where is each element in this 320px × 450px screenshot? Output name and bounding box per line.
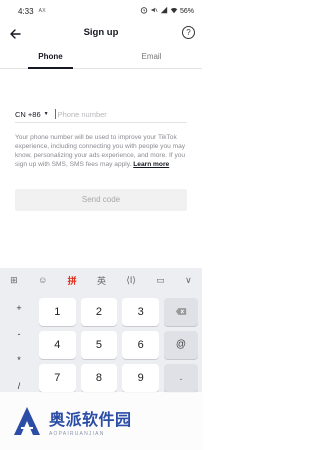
signal-x-icon xyxy=(160,6,168,16)
key-2[interactable]: 2 xyxy=(80,298,118,326)
country-code-label: CN +86 xyxy=(15,109,41,119)
key-dot[interactable]: . xyxy=(164,364,198,392)
key-8[interactable]: 8 xyxy=(80,364,118,392)
key-5[interactable]: 5 xyxy=(80,331,118,359)
status-bar: 4:33 AX 56% xyxy=(0,0,202,22)
cursor-move-icon[interactable]: ⟨I⟩ xyxy=(126,275,136,286)
emoji-icon[interactable]: ☺ xyxy=(38,275,47,285)
backspace-icon xyxy=(175,307,187,315)
key-1[interactable]: 1 xyxy=(39,298,76,326)
phone-row: CN +86 ▼ xyxy=(15,106,187,123)
key-7[interactable]: 7 xyxy=(39,364,76,392)
collapse-keyboard-icon[interactable]: ∨ xyxy=(185,275,192,286)
key-at[interactable]: @ xyxy=(164,331,198,359)
key-asterisk[interactable]: * xyxy=(4,350,34,371)
tab-phone[interactable]: Phone xyxy=(0,48,101,69)
wifi-icon xyxy=(170,6,178,16)
send-code-button[interactable]: Send code xyxy=(15,189,187,211)
key-minus[interactable]: - xyxy=(4,324,34,345)
pinyin-input-button[interactable]: 拼 xyxy=(68,274,77,287)
phone-notice: Your phone number will be used to improv… xyxy=(15,133,187,169)
status-carrier: AX xyxy=(38,8,46,14)
key-plus[interactable]: + xyxy=(4,298,34,319)
keyboard-toolbar: ⊞ ☺ 拼 英 ⟨I⟩ ▭ ∨ xyxy=(0,268,202,292)
brand-url: AOPAIRUANJIAN xyxy=(49,430,105,437)
brand-name: 奥派软件园 xyxy=(49,411,132,429)
brand-logo-icon xyxy=(14,407,40,435)
number-grid: 1 2 3 4 5 6 7 8 9 xyxy=(39,298,159,392)
tab-email[interactable]: Email xyxy=(101,48,202,68)
phone-number-input[interactable] xyxy=(57,109,168,119)
english-input-button[interactable]: 英 xyxy=(97,274,106,287)
alarm-icon xyxy=(140,6,148,16)
country-code-select[interactable]: CN +86 ▼ xyxy=(15,110,49,119)
watermark-banner: 奥派软件园 AOPAIRUANJIAN xyxy=(0,392,202,450)
learn-more-link[interactable]: Learn more xyxy=(133,161,169,168)
mute-icon xyxy=(150,6,158,16)
key-9[interactable]: 9 xyxy=(122,364,159,392)
page-title: Sign up xyxy=(83,27,119,38)
key-6[interactable]: 6 xyxy=(122,331,159,359)
function-column: @ . xyxy=(164,298,198,392)
battery-level: 56% xyxy=(179,7,194,15)
signup-tabs: Phone Email xyxy=(0,48,202,69)
status-time: 4:33 xyxy=(18,6,34,16)
question-circle-icon: ? xyxy=(186,28,191,37)
key-3[interactable]: 3 xyxy=(122,298,159,326)
symbol-column: + - * / xyxy=(4,298,34,397)
clipboard-icon[interactable]: ▭ xyxy=(156,275,165,286)
help-button[interactable]: ? xyxy=(182,26,195,39)
status-left: 4:33 AX xyxy=(18,7,46,16)
backspace-key[interactable] xyxy=(164,298,198,326)
header-bar: Sign up ? xyxy=(0,22,202,46)
key-4[interactable]: 4 xyxy=(39,331,76,359)
status-right: 56% xyxy=(140,6,194,16)
text-cursor xyxy=(54,109,56,119)
brand-text: 奥派软件园 AOPAIRUANJIAN xyxy=(49,406,132,437)
caret-down-icon: ▼ xyxy=(43,111,49,117)
keyboard-grid-icon[interactable]: ⊞ xyxy=(10,275,18,286)
